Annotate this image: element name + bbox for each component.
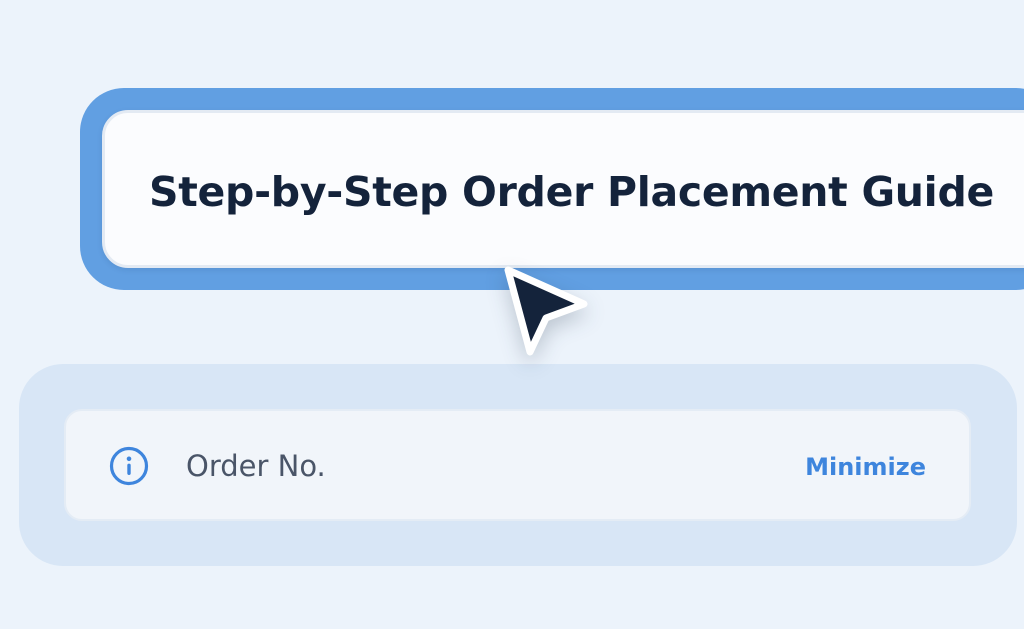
mouse-pointer-icon [504, 266, 588, 356]
minimize-button[interactable]: Minimize [805, 450, 926, 484]
info-icon [109, 446, 149, 486]
order-number-label: Order No. [186, 449, 326, 483]
page-title: Step-by-Step Order Placement Guide [149, 168, 994, 216]
